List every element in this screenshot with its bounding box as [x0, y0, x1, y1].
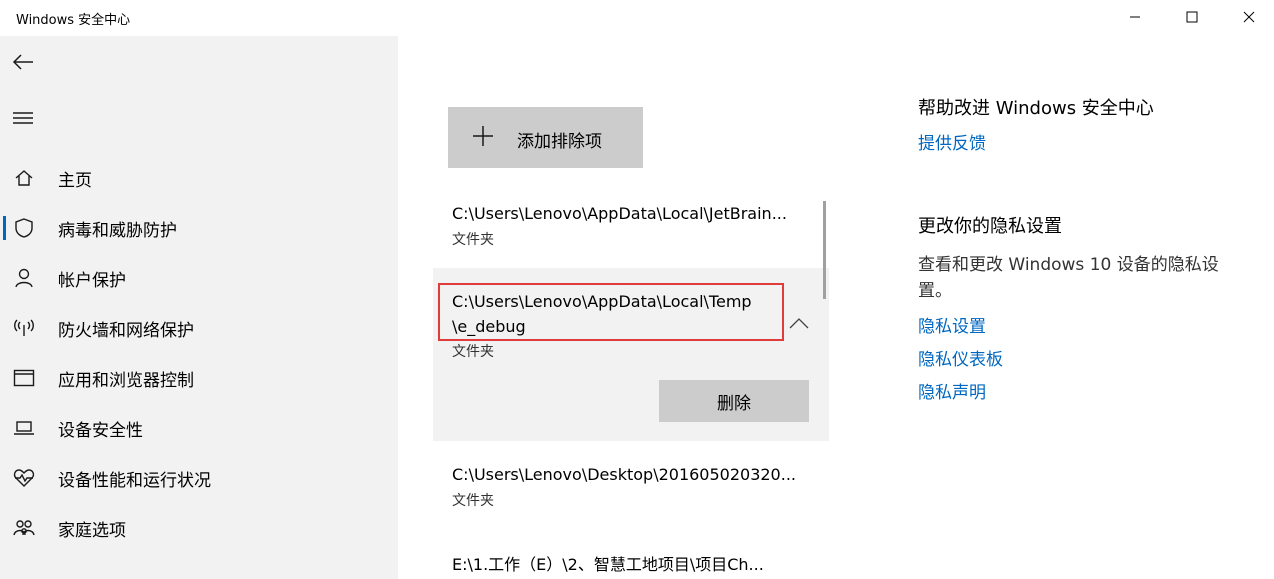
exclusion-path: E:\1.工作（E）\2、智慧工地项目\项目Ch...: [452, 555, 764, 574]
close-icon: [1243, 11, 1255, 23]
shield-icon: [12, 216, 36, 240]
sidebar-item-app-browser-control[interactable]: 应用和浏览器控制: [0, 356, 398, 400]
delete-button[interactable]: 删除: [659, 380, 809, 422]
exclusion-item[interactable]: C:\Users\Lenovo\AppData\Local\JetBrain..…: [433, 196, 829, 266]
person-icon: [12, 266, 36, 290]
exclusion-item[interactable]: E:\1.工作（E）\2、智慧工地项目\项目Ch...: [433, 540, 829, 579]
exclusion-type: 文件夹: [452, 232, 494, 248]
browser-window-icon: [12, 366, 36, 390]
exclusion-path: C:\Users\Lenovo\Desktop\201605020320...: [452, 465, 796, 484]
sidebar-item-label: 主页: [58, 170, 92, 191]
privacy-heading: 更改你的隐私设置: [918, 216, 1062, 237]
back-arrow-icon: [12, 54, 33, 70]
privacy-dashboard-link[interactable]: 隐私仪表板: [918, 345, 1003, 370]
laptop-icon: [12, 416, 36, 440]
wifi-antenna-icon: [12, 316, 36, 340]
heart-pulse-icon: [12, 466, 36, 490]
sidebar: 主页 病毒和威胁防护 帐户保护 防火墙和网络保护 应用和浏览器控制 设备安全性: [0, 36, 398, 579]
exclusion-path: C:\Users\Lenovo\AppData\Local\JetBrain..…: [452, 204, 787, 223]
maximize-icon: [1186, 11, 1198, 23]
sidebar-item-label: 家庭选项: [58, 520, 126, 541]
sidebar-item-home[interactable]: 主页: [0, 156, 398, 200]
title-bar: Windows 安全中心: [0, 0, 1274, 36]
privacy-statement-link[interactable]: 隐私声明: [918, 378, 986, 403]
privacy-settings-link[interactable]: 隐私设置: [918, 312, 986, 337]
exclusion-type: 文件夹: [452, 493, 494, 509]
sidebar-item-label: 帐户保护: [58, 270, 126, 291]
chevron-up-icon[interactable]: [789, 317, 809, 329]
family-icon: [12, 516, 36, 540]
scrollbar[interactable]: [823, 201, 826, 299]
sidebar-item-label: 应用和浏览器控制: [58, 370, 194, 391]
close-button[interactable]: [1226, 0, 1272, 34]
hamburger-menu-icon: [13, 112, 33, 124]
sidebar-item-label: 防火墙和网络保护: [58, 320, 194, 341]
exclusion-type: 文件夹: [452, 344, 494, 360]
sidebar-item-firewall[interactable]: 防火墙和网络保护: [0, 306, 398, 350]
sidebar-item-device-performance[interactable]: 设备性能和运行状况: [0, 456, 398, 500]
window-title: Windows 安全中心: [16, 13, 131, 28]
feedback-link[interactable]: 提供反馈: [918, 129, 986, 154]
plus-icon: [473, 126, 493, 146]
highlight-box: [438, 283, 784, 341]
privacy-description: 查看和更改 Windows 10 设备的隐私设置。: [918, 255, 1219, 301]
add-exclusion-button[interactable]: 添加排除项: [448, 107, 643, 168]
sidebar-item-virus-protection[interactable]: 病毒和威胁防护: [0, 206, 398, 250]
sidebar-item-family-options[interactable]: 家庭选项: [0, 506, 398, 550]
sidebar-item-label: 设备安全性: [58, 420, 143, 441]
exclusion-item[interactable]: C:\Users\Lenovo\Desktop\201605020320... …: [433, 456, 829, 526]
sidebar-item-device-security[interactable]: 设备安全性: [0, 406, 398, 450]
home-icon: [12, 166, 36, 190]
help-heading: 帮助改进 Windows 安全中心: [918, 98, 1154, 119]
minimize-icon: [1130, 16, 1140, 18]
minimize-button[interactable]: [1112, 0, 1158, 34]
sidebar-item-account-protection[interactable]: 帐户保护: [0, 256, 398, 300]
maximize-button[interactable]: [1169, 0, 1215, 34]
add-exclusion-label: 添加排除项: [517, 132, 602, 152]
sidebar-item-label: 设备性能和运行状况: [58, 470, 211, 491]
menu-button[interactable]: [8, 100, 38, 136]
sidebar-item-label: 病毒和威胁防护: [58, 220, 177, 241]
back-button[interactable]: [8, 44, 38, 80]
